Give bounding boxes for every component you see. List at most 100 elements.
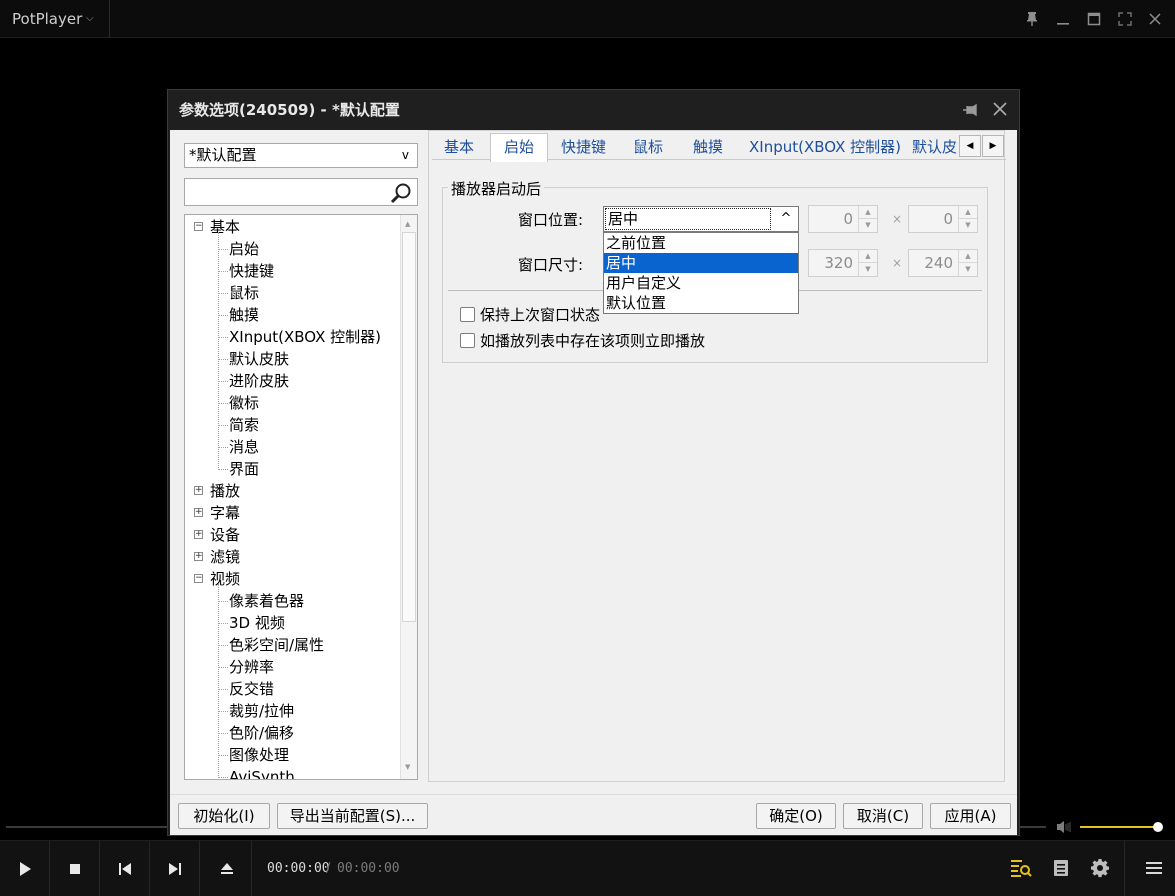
stop-button[interactable] bbox=[50, 841, 100, 896]
tree-item[interactable]: 色阶/偏移 bbox=[229, 722, 294, 744]
tree-item[interactable]: 消息 bbox=[229, 436, 259, 458]
close-icon[interactable] bbox=[990, 99, 1010, 119]
spin-down-icon[interactable]: ▼ bbox=[858, 263, 877, 276]
tab-xinput[interactable]: XInput(XBOX 控制器) bbox=[745, 135, 905, 160]
tree-item[interactable]: 快捷键 bbox=[229, 260, 274, 282]
dropdown-option[interactable]: 默认位置 bbox=[604, 293, 798, 313]
tab-startup[interactable]: 启始 bbox=[490, 133, 549, 162]
play-immediately-label[interactable]: 如播放列表中存在该项则立即播放 bbox=[480, 330, 705, 351]
minimize-icon[interactable] bbox=[1052, 8, 1074, 30]
tab-scroll-left-icon[interactable]: ◀ bbox=[959, 135, 981, 157]
tree-item[interactable]: 鼠标 bbox=[229, 282, 259, 304]
apply-button[interactable]: 应用(A) bbox=[930, 803, 1011, 829]
spin-up-icon[interactable]: ▲ bbox=[958, 206, 977, 219]
playlist-search-icon[interactable] bbox=[1008, 855, 1034, 881]
tree-item[interactable]: 界面 bbox=[229, 458, 259, 480]
play-button[interactable] bbox=[0, 841, 50, 896]
tree-category[interactable]: 字幕 bbox=[210, 502, 240, 524]
spin-up-icon[interactable]: ▲ bbox=[958, 250, 977, 263]
tab-touch[interactable]: 触摸 bbox=[689, 135, 727, 160]
play-immediately-checkbox[interactable] bbox=[460, 333, 475, 348]
tree-item[interactable]: 进阶皮肤 bbox=[229, 370, 289, 392]
position-x-value[interactable]: 0 bbox=[809, 206, 857, 232]
pin-icon[interactable] bbox=[961, 101, 979, 119]
tree-scrollbar[interactable]: ▲ ▼ bbox=[400, 215, 417, 779]
size-width-value[interactable]: 320 bbox=[809, 250, 857, 276]
tree-item[interactable]: 默认皮肤 bbox=[229, 348, 289, 370]
maximize-icon[interactable] bbox=[1083, 8, 1105, 30]
reset-button[interactable]: 初始化(I) bbox=[178, 803, 270, 829]
spin-down-icon[interactable]: ▼ bbox=[958, 263, 977, 276]
spin-down-icon[interactable]: ▼ bbox=[958, 219, 977, 232]
tree-item[interactable]: 3D 视频 bbox=[229, 612, 285, 634]
tree-category[interactable]: 视频 bbox=[210, 568, 240, 590]
tree-item[interactable]: 裁剪/拉伸 bbox=[229, 700, 294, 722]
scroll-down-icon[interactable]: ▼ bbox=[405, 763, 410, 771]
previous-button[interactable] bbox=[100, 841, 150, 896]
collapse-icon[interactable]: − bbox=[194, 222, 203, 231]
pin-icon[interactable] bbox=[1021, 8, 1043, 30]
tab-default-skin[interactable]: 默认皮 bbox=[908, 135, 959, 160]
volume-slider-handle[interactable] bbox=[1153, 822, 1163, 832]
scroll-up-icon[interactable]: ▲ bbox=[405, 220, 410, 228]
position-y-stepper[interactable]: 0 ▲ ▼ bbox=[908, 205, 978, 233]
tree-item[interactable]: 图像处理 bbox=[229, 744, 289, 766]
tree-category[interactable]: 滤镜 bbox=[210, 546, 240, 568]
tree-category[interactable]: 播放 bbox=[210, 480, 240, 502]
position-y-value[interactable]: 0 bbox=[909, 206, 957, 232]
main-menu-icon[interactable] bbox=[1141, 855, 1167, 881]
tree-category[interactable]: 基本 bbox=[210, 216, 240, 238]
info-panel-icon[interactable] bbox=[1048, 855, 1074, 881]
size-height-stepper[interactable]: 240 ▲ ▼ bbox=[908, 249, 978, 277]
tree-item[interactable]: 色彩空间/属性 bbox=[229, 634, 324, 656]
tree-scrollbar-thumb[interactable] bbox=[402, 232, 416, 622]
export-config-button[interactable]: 导出当前配置(S)... bbox=[277, 803, 428, 829]
search-input[interactable] bbox=[185, 179, 385, 205]
tree-item[interactable]: 徽标 bbox=[229, 392, 259, 414]
app-menu-button[interactable]: PotPlayer ⌵ bbox=[0, 0, 110, 38]
size-width-stepper[interactable]: 320 ▲ ▼ bbox=[808, 249, 878, 277]
expand-icon[interactable]: + bbox=[194, 486, 203, 495]
collapse-icon[interactable]: − bbox=[194, 574, 203, 583]
tree-item[interactable]: 启始 bbox=[229, 238, 259, 260]
keep-window-state-checkbox[interactable] bbox=[460, 307, 475, 322]
ok-button[interactable]: 确定(O) bbox=[756, 803, 836, 829]
eject-button[interactable] bbox=[202, 841, 252, 896]
tree-item[interactable]: 分辨率 bbox=[229, 656, 274, 678]
tab-basic[interactable]: 基本 bbox=[440, 135, 478, 160]
close-icon[interactable] bbox=[1144, 8, 1166, 30]
profile-select[interactable]: *默认配置 v bbox=[184, 143, 418, 168]
tree-item[interactable]: AviSynth bbox=[229, 766, 295, 779]
expand-icon[interactable]: + bbox=[194, 508, 203, 517]
tree-item[interactable]: 触摸 bbox=[229, 304, 259, 326]
dropdown-option-selected[interactable]: 居中 bbox=[604, 253, 798, 273]
window-position-combo[interactable]: 居中 ^ bbox=[603, 206, 799, 232]
tab-scroll-right-icon[interactable]: ▶ bbox=[982, 135, 1004, 157]
position-x-stepper[interactable]: 0 ▲ ▼ bbox=[808, 205, 878, 233]
tree-category[interactable]: 设备 bbox=[210, 524, 240, 546]
fullscreen-icon[interactable] bbox=[1114, 8, 1136, 30]
tree-item[interactable]: 反交错 bbox=[229, 678, 274, 700]
tab-hotkeys[interactable]: 快捷键 bbox=[557, 135, 610, 160]
tree-item[interactable]: 简索 bbox=[229, 414, 259, 436]
dropdown-option[interactable]: 用户自定义 bbox=[604, 273, 798, 293]
chevron-up-icon[interactable]: ^ bbox=[774, 207, 798, 231]
spin-up-icon[interactable]: ▲ bbox=[858, 250, 877, 263]
size-height-value[interactable]: 240 bbox=[909, 250, 957, 276]
spin-up-icon[interactable]: ▲ bbox=[858, 206, 877, 219]
expand-icon[interactable]: + bbox=[194, 530, 203, 539]
tree-item[interactable]: 像素着色器 bbox=[229, 590, 304, 612]
next-button[interactable] bbox=[150, 841, 200, 896]
dropdown-option[interactable]: 之前位置 bbox=[604, 233, 798, 253]
keep-window-state-label[interactable]: 保持上次窗口状态 bbox=[480, 304, 600, 325]
settings-tree[interactable]: ▲ ▼ 基本 − 启始 快捷键 鼠标 触摸 XInput(XBOX 控制器) 默认皮肤 进阶皮肤… bbox=[184, 214, 418, 780]
settings-gear-icon[interactable] bbox=[1087, 855, 1113, 881]
volume-slider[interactable] bbox=[1080, 826, 1158, 828]
cancel-button[interactable]: 取消(C) bbox=[843, 803, 923, 829]
tab-mouse[interactable]: 鼠标 bbox=[629, 135, 667, 160]
window-position-dropdown[interactable]: 之前位置 居中 用户自定义 默认位置 bbox=[603, 232, 799, 314]
tree-item[interactable]: XInput(XBOX 控制器) bbox=[229, 326, 381, 348]
expand-icon[interactable]: + bbox=[194, 552, 203, 561]
spin-down-icon[interactable]: ▼ bbox=[858, 219, 877, 232]
settings-search-field[interactable] bbox=[184, 178, 418, 206]
